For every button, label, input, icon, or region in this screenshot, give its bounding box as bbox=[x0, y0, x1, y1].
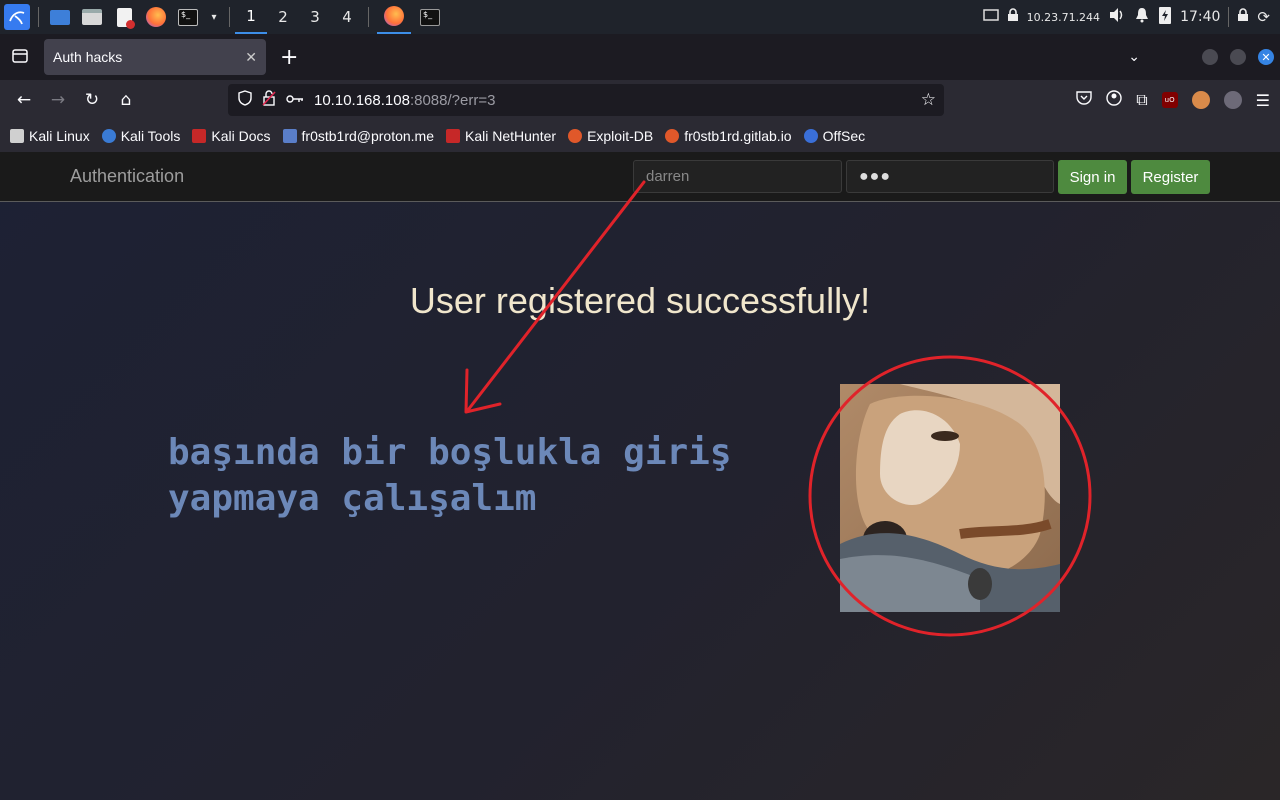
url-host: 10.10.168.108 bbox=[314, 91, 410, 109]
close-tab-icon[interactable]: ✕ bbox=[245, 49, 257, 66]
kali-tools-icon bbox=[101, 129, 116, 143]
firefox-window-icon[interactable] bbox=[377, 0, 411, 34]
menu-hamburger-icon[interactable]: ☰ bbox=[1256, 91, 1270, 110]
maximize-button[interactable] bbox=[1230, 49, 1246, 65]
display-icon[interactable] bbox=[982, 8, 999, 26]
terminal-window-icon[interactable]: $_ bbox=[417, 4, 443, 30]
bookmark-kali-nethunter[interactable]: Kali NetHunter bbox=[446, 128, 556, 144]
taskbar-separator bbox=[38, 7, 39, 27]
shield-icon[interactable] bbox=[238, 90, 252, 110]
taskbar-separator bbox=[1228, 7, 1230, 27]
register-button[interactable]: Register bbox=[1131, 160, 1210, 194]
firefox-launcher-icon[interactable] bbox=[143, 4, 169, 30]
page-content: Authentication Sign in Register User reg… bbox=[0, 152, 1280, 800]
url-bar[interactable]: 10.10.168.108:8088/?err=3 ☆ bbox=[228, 84, 944, 116]
vpn-lock-icon bbox=[1007, 8, 1019, 26]
key-icon[interactable] bbox=[286, 92, 304, 109]
workspace-3[interactable]: 3 bbox=[299, 0, 331, 34]
site-brand[interactable]: Authentication bbox=[70, 166, 184, 187]
password-input[interactable] bbox=[846, 160, 1054, 193]
username-input[interactable] bbox=[633, 160, 842, 193]
annotation-line-2: yapmaya çalışalım bbox=[168, 478, 537, 519]
ublock-origin-icon[interactable]: uO bbox=[1161, 92, 1178, 108]
lock-screen-icon[interactable] bbox=[1237, 8, 1249, 26]
reload-button[interactable]: ↻ bbox=[75, 84, 109, 116]
firefox-view-icon[interactable] bbox=[12, 48, 28, 67]
account-icon[interactable] bbox=[1106, 90, 1122, 110]
bookmark-offsec[interactable]: OffSec bbox=[803, 128, 865, 144]
taskbar-separator bbox=[368, 7, 369, 27]
extensions-icon[interactable]: ⧉ bbox=[1136, 90, 1147, 110]
proton-mail-icon bbox=[282, 129, 297, 143]
bookmark-kali-docs[interactable]: Kali Docs bbox=[192, 128, 271, 144]
bookmark-proton-mail[interactable]: fr0stb1rd@proton.me bbox=[282, 128, 434, 144]
notification-bell-icon[interactable] bbox=[1134, 7, 1150, 27]
system-taskbar: $_ ▾ 1 2 3 4 $_ 10.23.71.244 17:40 ⟳ bbox=[0, 0, 1280, 34]
workspace-1[interactable]: 1 bbox=[235, 0, 267, 34]
pocket-icon[interactable] bbox=[1076, 91, 1092, 109]
clock[interactable]: 17:40 bbox=[1180, 9, 1220, 25]
bookmark-exploit-db[interactable]: Exploit-DB bbox=[568, 128, 653, 144]
success-message: User registered successfully! bbox=[409, 280, 871, 321]
show-desktop-icon[interactable] bbox=[47, 4, 73, 30]
workspace-4[interactable]: 4 bbox=[331, 0, 363, 34]
sign-in-button[interactable]: Sign in bbox=[1058, 160, 1127, 194]
insecure-lock-icon[interactable] bbox=[262, 90, 276, 110]
url-path: :8088/?err=3 bbox=[409, 91, 496, 109]
chevron-down-icon[interactable]: ▾ bbox=[207, 4, 221, 30]
hack-tools-icon[interactable] bbox=[1191, 91, 1210, 109]
bookmarks-toolbar: Kali Linux Kali Tools Kali Docs fr0stb1r… bbox=[0, 120, 1280, 152]
tab-strip: Auth hacks ✕ + ⌄ ✕ bbox=[0, 34, 1280, 80]
minimize-button[interactable] bbox=[1202, 49, 1218, 65]
bookmark-kali-tools[interactable]: Kali Tools bbox=[101, 128, 180, 144]
annotation-note: başında bir boşlukla giriş yapmaya çalış… bbox=[168, 430, 808, 522]
wappalyzer-icon[interactable] bbox=[1223, 91, 1242, 109]
battery-charging-icon[interactable] bbox=[1158, 5, 1172, 29]
taskbar-separator bbox=[229, 7, 230, 27]
exploit-db-icon bbox=[568, 129, 583, 143]
bookmark-gitlab-site[interactable]: fr0stb1rd.gitlab.io bbox=[665, 128, 792, 144]
kali-nethunter-icon bbox=[446, 129, 461, 143]
home-button[interactable]: ⌂ bbox=[109, 84, 143, 116]
list-all-tabs-icon[interactable]: ⌄ bbox=[1128, 49, 1140, 65]
gitlab-site-icon bbox=[665, 129, 680, 143]
dog-image bbox=[840, 384, 1060, 612]
navigation-toolbar: ← → ↻ ⌂ 10.10.168.108:8088/?err=3 ☆ ⧉ uO… bbox=[0, 80, 1280, 120]
tab-auth-hacks[interactable]: Auth hacks ✕ bbox=[44, 39, 266, 75]
annotation-line-1: başında bir boşlukla giriş bbox=[168, 432, 732, 473]
terminal-launcher-icon[interactable]: $_ bbox=[175, 4, 201, 30]
kali-linux-icon bbox=[10, 129, 24, 143]
new-tab-button[interactable]: + bbox=[280, 45, 298, 70]
kali-docs-icon bbox=[192, 129, 207, 143]
text-editor-icon[interactable] bbox=[111, 4, 137, 30]
volume-icon[interactable] bbox=[1108, 7, 1126, 27]
vpn-ip-text: 10.23.71.244 bbox=[1026, 10, 1101, 24]
offsec-icon bbox=[803, 129, 818, 143]
site-navbar: Authentication Sign in Register bbox=[0, 152, 1280, 202]
file-manager-icon[interactable] bbox=[79, 4, 105, 30]
back-button[interactable]: ← bbox=[7, 84, 41, 116]
forward-button[interactable]: → bbox=[41, 84, 75, 116]
bookmark-kali-linux[interactable]: Kali Linux bbox=[10, 128, 90, 144]
kali-menu-icon[interactable] bbox=[4, 4, 30, 30]
bookmark-star-icon[interactable]: ☆ bbox=[921, 90, 936, 110]
logout-icon[interactable]: ⟳ bbox=[1257, 8, 1270, 26]
close-window-button[interactable]: ✕ bbox=[1258, 49, 1274, 65]
workspace-2[interactable]: 2 bbox=[267, 0, 299, 34]
tab-title: Auth hacks bbox=[53, 49, 123, 65]
